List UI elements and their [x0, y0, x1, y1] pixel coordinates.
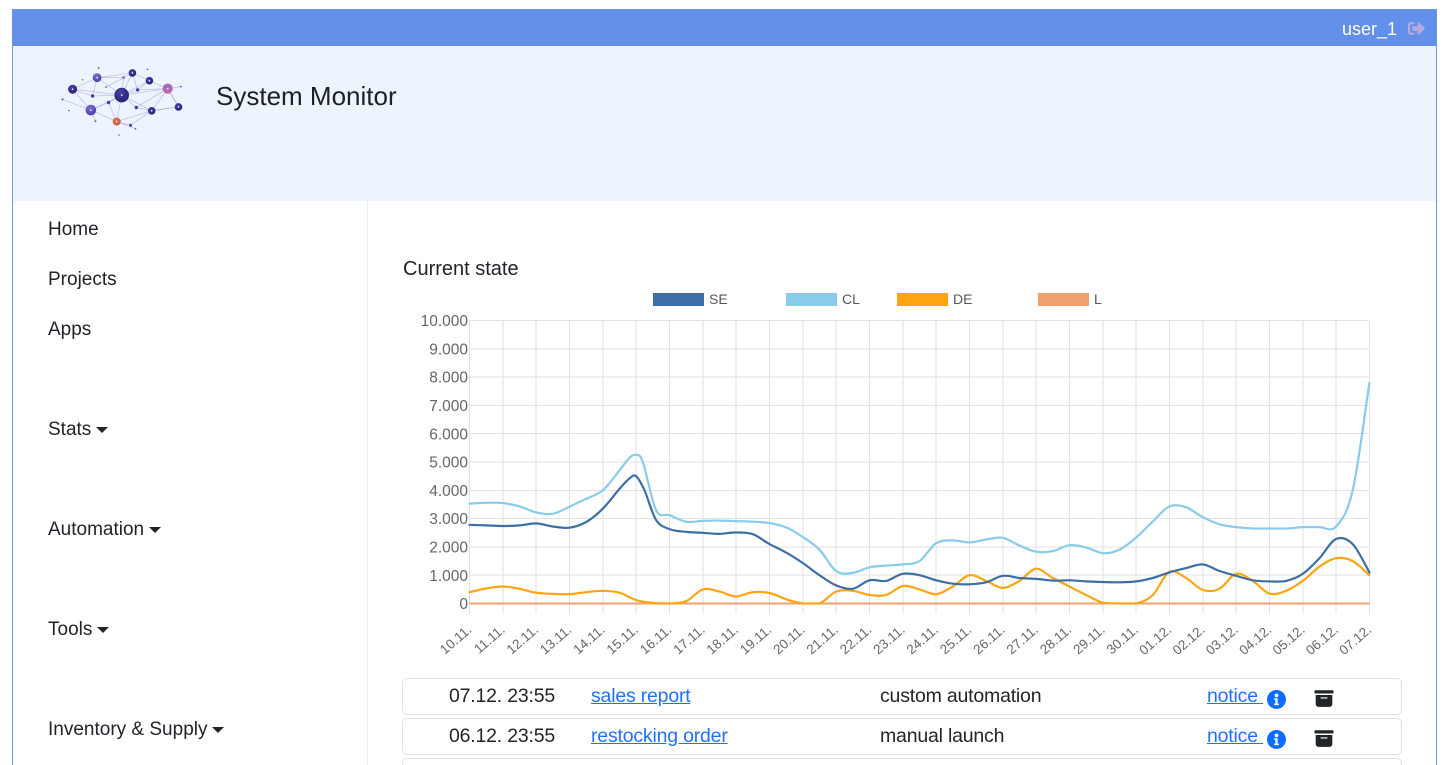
svg-text:26.11.: 26.11.	[970, 622, 1007, 657]
svg-text:15.11.: 15.11.	[604, 622, 641, 657]
svg-text:27.11.: 27.11.	[1004, 622, 1041, 657]
svg-text:24.11.: 24.11.	[904, 622, 941, 657]
svg-text:30.11.: 30.11.	[1104, 622, 1141, 657]
svg-text:22.11.: 22.11.	[837, 622, 874, 657]
svg-text:9.000: 9.000	[429, 341, 468, 358]
svg-text:10.11.: 10.11.	[437, 622, 474, 657]
svg-text:4.000: 4.000	[429, 483, 468, 500]
svg-text:03.12.: 03.12.	[1203, 622, 1241, 658]
svg-text:29.11.: 29.11.	[1070, 622, 1107, 657]
svg-text:1.000: 1.000	[429, 568, 468, 585]
svg-text:14.11.: 14.11.	[570, 622, 607, 657]
svg-text:05.12.: 05.12.	[1270, 622, 1308, 658]
svg-text:06.12.: 06.12.	[1303, 622, 1341, 658]
svg-text:21.11.: 21.11.	[804, 622, 841, 657]
svg-text:2.000: 2.000	[429, 540, 468, 557]
svg-text:25.11.: 25.11.	[937, 622, 974, 657]
svg-text:17.11.: 17.11.	[670, 622, 707, 657]
svg-text:16.11.: 16.11.	[637, 622, 674, 657]
svg-text:6.000: 6.000	[429, 426, 468, 443]
svg-text:11.11.: 11.11.	[471, 622, 508, 657]
svg-text:7.000: 7.000	[429, 398, 468, 415]
svg-text:20.11.: 20.11.	[770, 622, 807, 657]
svg-text:04.12.: 04.12.	[1236, 622, 1274, 658]
svg-text:28.11.: 28.11.	[1037, 622, 1074, 657]
svg-text:10.000: 10.000	[421, 313, 469, 330]
svg-text:3.000: 3.000	[429, 511, 468, 528]
svg-text:23.11.: 23.11.	[870, 622, 907, 657]
svg-text:01.12.: 01.12.	[1136, 622, 1174, 658]
svg-text:12.11.: 12.11.	[504, 622, 541, 657]
svg-text:18.11.: 18.11.	[704, 622, 741, 657]
svg-text:07.12.: 07.12.	[1336, 622, 1374, 658]
svg-text:19.11.: 19.11.	[737, 622, 774, 657]
svg-text:0: 0	[459, 596, 468, 613]
svg-text:5.000: 5.000	[429, 455, 468, 472]
svg-text:8.000: 8.000	[429, 370, 468, 387]
svg-text:13.11.: 13.11.	[537, 622, 574, 657]
svg-text:02.12.: 02.12.	[1170, 622, 1208, 658]
